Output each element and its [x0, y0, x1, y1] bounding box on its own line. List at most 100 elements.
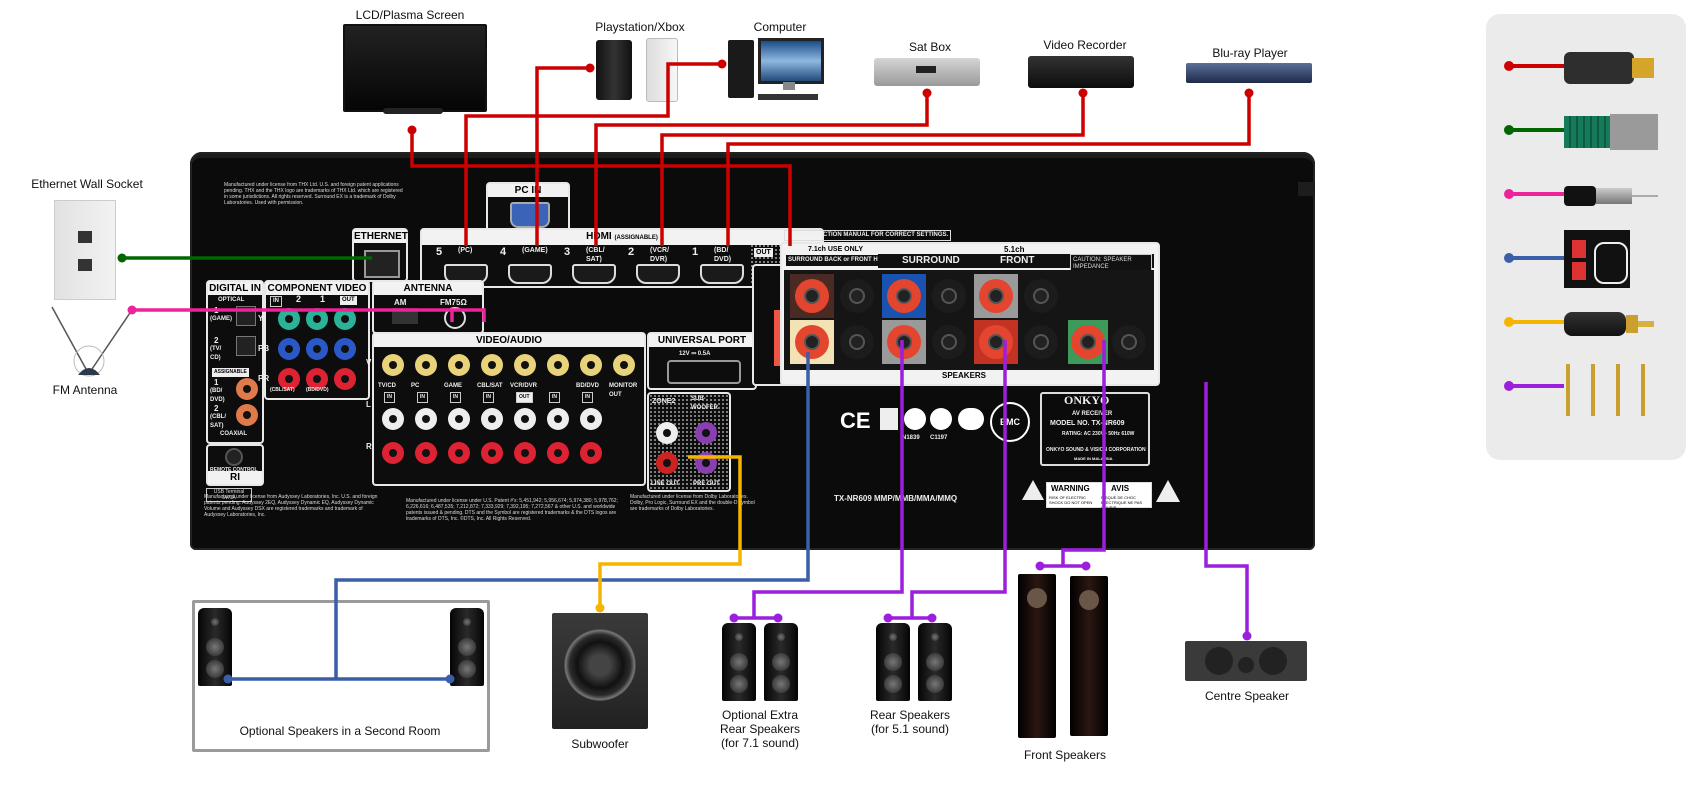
legend-cable-dot	[1504, 317, 1514, 327]
warning-plate: WARNING AVIS RISK OF ELECTRIC SHOCK DO N…	[1046, 482, 1152, 510]
center-post-positive[interactable]	[1071, 325, 1105, 359]
center-post-negative[interactable]	[1112, 325, 1146, 359]
speakers-panel: 7.1ch USE ONLY SURROUND BACK or FRONT HI…	[780, 242, 1160, 386]
hdmi-input-name: (PC)	[458, 247, 473, 254]
zone2-line-label: ZONE2	[652, 398, 676, 405]
zone2-line-out-l[interactable]	[656, 422, 678, 444]
rear-label-2: (for 5.1 sound)	[870, 722, 950, 736]
audio-r-port[interactable]	[514, 442, 536, 464]
speaker-post-positive[interactable]	[887, 325, 921, 359]
hdmi-in-port-3[interactable]	[572, 264, 616, 284]
speaker-post-negative[interactable]	[1024, 325, 1058, 359]
subwoofer-pre-out-1[interactable]	[695, 422, 717, 444]
component-port[interactable]	[278, 308, 300, 330]
component-out-tag: OUT	[340, 296, 357, 305]
speaker-post-positive[interactable]	[795, 325, 829, 359]
video-recorder-label: Video Recorder	[1043, 38, 1127, 52]
wire-endpoint-dot	[407, 125, 417, 135]
audio-l-port[interactable]	[382, 408, 404, 430]
component-video-panel: COMPONENT VIDEO IN OUT 2 1 Y PB PR (CBL/SAT) (BD…	[258, 280, 370, 400]
ri-label: RI	[208, 471, 262, 484]
video-port[interactable]	[613, 354, 635, 376]
hdmi-in-port-4[interactable]	[508, 264, 552, 284]
component-port[interactable]	[306, 308, 328, 330]
model-label-plate: ONKYO AV RECEIVER MODEL NO. TX-NR609 RAT…	[1040, 392, 1150, 466]
hdmi-in-port-1[interactable]	[700, 264, 744, 284]
speaker-post-negative[interactable]	[840, 325, 874, 359]
hdmi-input-number: 4	[500, 246, 507, 258]
audio-l-port[interactable]	[415, 408, 437, 430]
va-row-label: L	[366, 400, 371, 409]
video-port[interactable]	[580, 354, 602, 376]
audio-r-port[interactable]	[481, 442, 503, 464]
wire-endpoint-dot	[717, 59, 727, 69]
hdmi-in-port-2[interactable]	[636, 264, 680, 284]
speaker-post-negative[interactable]	[932, 279, 966, 313]
legend-row-rca-plug	[1486, 292, 1686, 352]
video-port[interactable]	[415, 354, 437, 376]
video-port[interactable]	[382, 354, 404, 376]
subwoofer-pre-out-2[interactable]	[695, 452, 717, 474]
extra-rear-label-3: (for 7.1 sound)	[720, 736, 800, 750]
optical-port-1[interactable]	[236, 306, 256, 326]
remote-jack-icon[interactable]	[227, 450, 241, 464]
component-port[interactable]	[334, 368, 356, 390]
legend-cable-line	[1508, 384, 1564, 388]
va-column-name: BD/DVD	[576, 383, 600, 389]
component-port[interactable]	[334, 338, 356, 360]
ethernet-socket-label: Ethernet Wall Socket	[31, 177, 143, 191]
component-port[interactable]	[334, 308, 356, 330]
component-row-label: Y	[258, 314, 264, 323]
wire-endpoint-dot	[773, 613, 783, 623]
computer-icon	[728, 36, 828, 104]
coaxial-name: (BD/ DVD)	[210, 388, 225, 403]
wire-endpoint-dot	[729, 613, 739, 623]
speaker-post-positive[interactable]	[979, 325, 1013, 359]
audio-l-port[interactable]	[481, 408, 503, 430]
ethernet-port-icon[interactable]	[364, 250, 400, 278]
ch51-label: 5.1ch	[1004, 245, 1025, 254]
legend-cable-line	[1508, 256, 1564, 260]
speaker-post-negative[interactable]	[1024, 279, 1058, 313]
speaker-post-negative[interactable]	[840, 279, 874, 313]
hdmi-plug-icon	[1564, 44, 1674, 88]
component-col-label: 1	[320, 294, 326, 304]
rj45-plug-icon	[1564, 108, 1674, 152]
video-port[interactable]	[547, 354, 569, 376]
audio-r-port[interactable]	[415, 442, 437, 464]
product-type: AV RECEIVER	[1072, 411, 1113, 417]
speaker-post-positive[interactable]	[887, 279, 921, 313]
legend-row-antenna-plug	[1486, 164, 1686, 224]
side-handle	[1298, 182, 1315, 196]
coaxial-number: 1	[214, 378, 219, 387]
am-terminal[interactable]	[392, 308, 418, 324]
component-port[interactable]	[278, 338, 300, 360]
fm-connector[interactable]	[444, 307, 466, 329]
video-port[interactable]	[481, 354, 503, 376]
warning-label: WARNING	[1051, 484, 1090, 493]
audio-l-port[interactable]	[547, 408, 569, 430]
coaxial-port-2[interactable]	[236, 404, 258, 426]
see-manual-note: SEE INSTRUCTION MANUAL FOR CORRECT SETTI…	[784, 230, 952, 241]
ethernet-label: ETHERNET	[354, 230, 408, 243]
speaker-post-positive[interactable]	[795, 279, 829, 313]
speaker-post-positive[interactable]	[979, 279, 1013, 313]
universal-port-connector[interactable]	[667, 360, 741, 384]
audio-r-port[interactable]	[382, 442, 404, 464]
video-port[interactable]	[514, 354, 536, 376]
audio-r-port[interactable]	[547, 442, 569, 464]
va-column-name: MONITOR OUT	[609, 383, 638, 398]
video-port[interactable]	[448, 354, 470, 376]
audio-r-port[interactable]	[580, 442, 602, 464]
coaxial-port-1[interactable]	[236, 378, 258, 400]
zone2-line-out-r[interactable]	[656, 452, 678, 474]
audio-r-port[interactable]	[448, 442, 470, 464]
audio-l-port[interactable]	[514, 408, 536, 430]
model-variants: TX-NR609 MMP/MMB/MMA/MMQ	[834, 494, 958, 503]
optical-port-2[interactable]	[236, 336, 256, 356]
component-port[interactable]	[306, 338, 328, 360]
hdmi-out-label: OUT	[754, 248, 773, 257]
audio-l-port[interactable]	[580, 408, 602, 430]
audio-l-port[interactable]	[448, 408, 470, 430]
speaker-post-negative[interactable]	[932, 325, 966, 359]
